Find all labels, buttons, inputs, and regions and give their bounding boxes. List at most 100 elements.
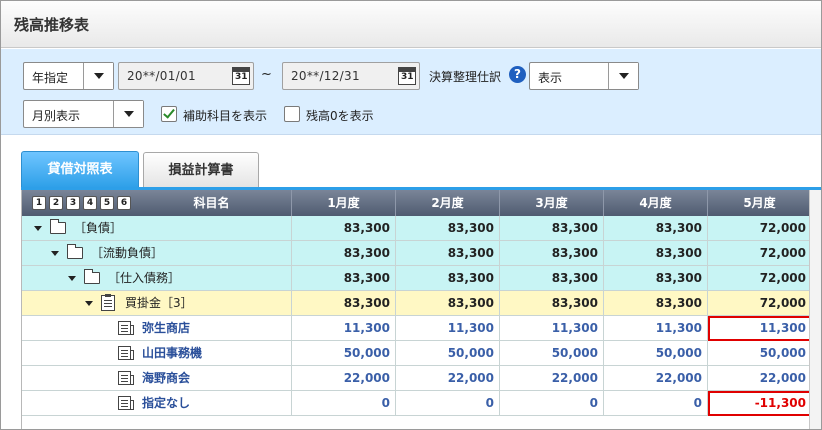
amount-cell-month-3[interactable]: 50,000: [500, 341, 604, 366]
level-5-button[interactable]: 5: [100, 196, 114, 210]
account-name: ［仕入債務］: [108, 271, 181, 285]
help-icon[interactable]: ?: [509, 66, 526, 83]
document-icon: [118, 396, 134, 410]
amount-cell-month-4[interactable]: 22,000: [604, 366, 708, 391]
date-to-field[interactable]: 20**/12/31 31: [282, 62, 420, 90]
amount-cell-month-4[interactable]: 83,300: [604, 266, 708, 291]
amount-cell-month-5[interactable]: 11,300: [708, 316, 812, 341]
amount-cell-month-1[interactable]: 22,000: [292, 366, 396, 391]
column-header-account[interactable]: 科目名: [132, 190, 292, 216]
amount-cell-month-5[interactable]: 72,000: [708, 266, 812, 291]
table-row[interactable]: ［流動負債］ 83,300 83,300 83,300 83,300 72,000: [22, 241, 821, 266]
column-header-month-1[interactable]: 1月度: [292, 190, 396, 216]
amount-cell-month-2[interactable]: 50,000: [396, 341, 500, 366]
level-2-button[interactable]: 2: [49, 196, 63, 210]
display-mode-value: 月別表示: [32, 109, 81, 123]
amount-cell-month-4[interactable]: 50,000: [604, 341, 708, 366]
date-from-field[interactable]: 20**/01/01 31: [118, 62, 254, 90]
amount-cell-month-2[interactable]: 83,300: [396, 266, 500, 291]
amount-cell-month-2[interactable]: 11,300: [396, 316, 500, 341]
closing-entries-value: 表示: [538, 71, 563, 85]
amount-cell-month-3[interactable]: 83,300: [500, 216, 604, 241]
table-row[interactable]: 山田事務機 50,000 50,000 50,000 50,000 50,000: [22, 341, 821, 366]
amount-cell-month-2[interactable]: 22,000: [396, 366, 500, 391]
table-row[interactable]: 弥生商店 11,300 11,300 11,300 11,300 11,300: [22, 316, 821, 341]
amount-cell-month-4[interactable]: 83,300: [604, 291, 708, 316]
column-header-month-4[interactable]: 4月度: [604, 190, 708, 216]
account-name: 買掛金［3］: [125, 296, 193, 310]
period-type-dropdown-button[interactable]: [83, 63, 113, 89]
account-name[interactable]: 弥生商店: [142, 316, 190, 341]
amount-cell-month-1[interactable]: 83,300: [292, 291, 396, 316]
amount-cell-month-4[interactable]: 83,300: [604, 241, 708, 266]
folder-icon: [50, 219, 66, 234]
table-row[interactable]: ［負債］ 83,300 83,300 83,300 83,300 72,000: [22, 216, 821, 241]
chevron-down-icon: [619, 73, 629, 79]
amount-cell-month-5[interactable]: 50,000: [708, 341, 812, 366]
show-zero-balance-label: 残高0を表示: [306, 109, 374, 123]
amount-cell-month-1[interactable]: 50,000: [292, 341, 396, 366]
amount-cell-month-3[interactable]: 11,300: [500, 316, 604, 341]
closing-entries-dropdown-button[interactable]: [608, 63, 638, 89]
amount-cell-month-2[interactable]: 0: [396, 391, 500, 416]
amount-cell-month-3[interactable]: 0: [500, 391, 604, 416]
level-3-button[interactable]: 3: [66, 196, 80, 210]
display-mode-select[interactable]: 月別表示: [23, 100, 144, 128]
amount-cell-month-3[interactable]: 83,300: [500, 266, 604, 291]
amount-cell-month-4[interactable]: 0: [604, 391, 708, 416]
amount-cell-month-2[interactable]: 83,300: [396, 216, 500, 241]
expand-toggle-icon[interactable]: [34, 226, 42, 231]
clipboard-icon: [101, 294, 115, 311]
table-row[interactable]: 買掛金［3］ 83,300 83,300 83,300 83,300 72,000: [22, 291, 821, 316]
account-name[interactable]: 山田事務機: [142, 341, 202, 366]
account-name[interactable]: 指定なし: [142, 391, 190, 416]
tab-income-statement[interactable]: 損益計算書: [143, 152, 259, 187]
period-type-select[interactable]: 年指定: [23, 62, 114, 90]
check-icon: [163, 106, 175, 119]
table-row[interactable]: ［仕入債務］ 83,300 83,300 83,300 83,300 72,000: [22, 266, 821, 291]
amount-cell-month-1[interactable]: 0: [292, 391, 396, 416]
balance-transition-window: 残高推移表 年指定 20**/01/01 31 ~ 20**/12/31 31 …: [0, 0, 822, 430]
chevron-down-icon: [124, 111, 134, 117]
amount-cell-month-3[interactable]: 22,000: [500, 366, 604, 391]
expand-toggle-icon[interactable]: [85, 301, 93, 306]
account-name: ［流動負債］: [91, 246, 164, 260]
column-header-month-5[interactable]: 5月度: [708, 190, 812, 216]
amount-cell-month-5[interactable]: 72,000: [708, 241, 812, 266]
account-name[interactable]: 海野商会: [142, 366, 190, 391]
level-6-button[interactable]: 6: [117, 196, 131, 210]
amount-cell-month-3[interactable]: 83,300: [500, 241, 604, 266]
amount-cell-month-2[interactable]: 83,300: [396, 291, 500, 316]
table-row[interactable]: 指定なし 0 0 0 0 -11,300: [22, 391, 821, 416]
amount-cell-month-1[interactable]: 83,300: [292, 241, 396, 266]
expand-toggle-icon[interactable]: [51, 251, 59, 256]
amount-cell-month-4[interactable]: 11,300: [604, 316, 708, 341]
amount-cell-month-5[interactable]: 72,000: [708, 291, 812, 316]
calendar-icon[interactable]: 31: [232, 67, 250, 85]
column-header-month-2[interactable]: 2月度: [396, 190, 500, 216]
expand-toggle-icon[interactable]: [68, 276, 76, 281]
date-from-value: 20**/01/01: [127, 69, 196, 83]
calendar-icon[interactable]: 31: [398, 67, 416, 85]
level-1-button[interactable]: 1: [32, 196, 46, 210]
amount-cell-month-4[interactable]: 83,300: [604, 216, 708, 241]
grid-header: 1 2 3 4 5 6 科目名 1月度 2月度 3月度 4月度 5月度: [22, 190, 821, 216]
column-header-month-3[interactable]: 3月度: [500, 190, 604, 216]
folder-icon: [67, 244, 83, 259]
table-row[interactable]: 海野商会 22,000 22,000 22,000 22,000 22,000: [22, 366, 821, 391]
amount-cell-month-5[interactable]: -11,300: [708, 391, 812, 416]
level-4-button[interactable]: 4: [83, 196, 97, 210]
amount-cell-month-1[interactable]: 83,300: [292, 216, 396, 241]
amount-cell-month-3[interactable]: 83,300: [500, 291, 604, 316]
amount-cell-month-5[interactable]: 22,000: [708, 366, 812, 391]
show-zero-balance-checkbox[interactable]: [284, 106, 300, 122]
vertical-scrollbar[interactable]: [809, 190, 821, 429]
closing-entries-select[interactable]: 表示: [529, 62, 639, 90]
show-sub-accounts-checkbox[interactable]: [161, 106, 177, 122]
amount-cell-month-2[interactable]: 83,300: [396, 241, 500, 266]
tab-balance-sheet[interactable]: 貸借対照表: [21, 151, 139, 188]
amount-cell-month-1[interactable]: 11,300: [292, 316, 396, 341]
amount-cell-month-1[interactable]: 83,300: [292, 266, 396, 291]
display-mode-dropdown-button[interactable]: [113, 101, 143, 127]
amount-cell-month-5[interactable]: 72,000: [708, 216, 812, 241]
